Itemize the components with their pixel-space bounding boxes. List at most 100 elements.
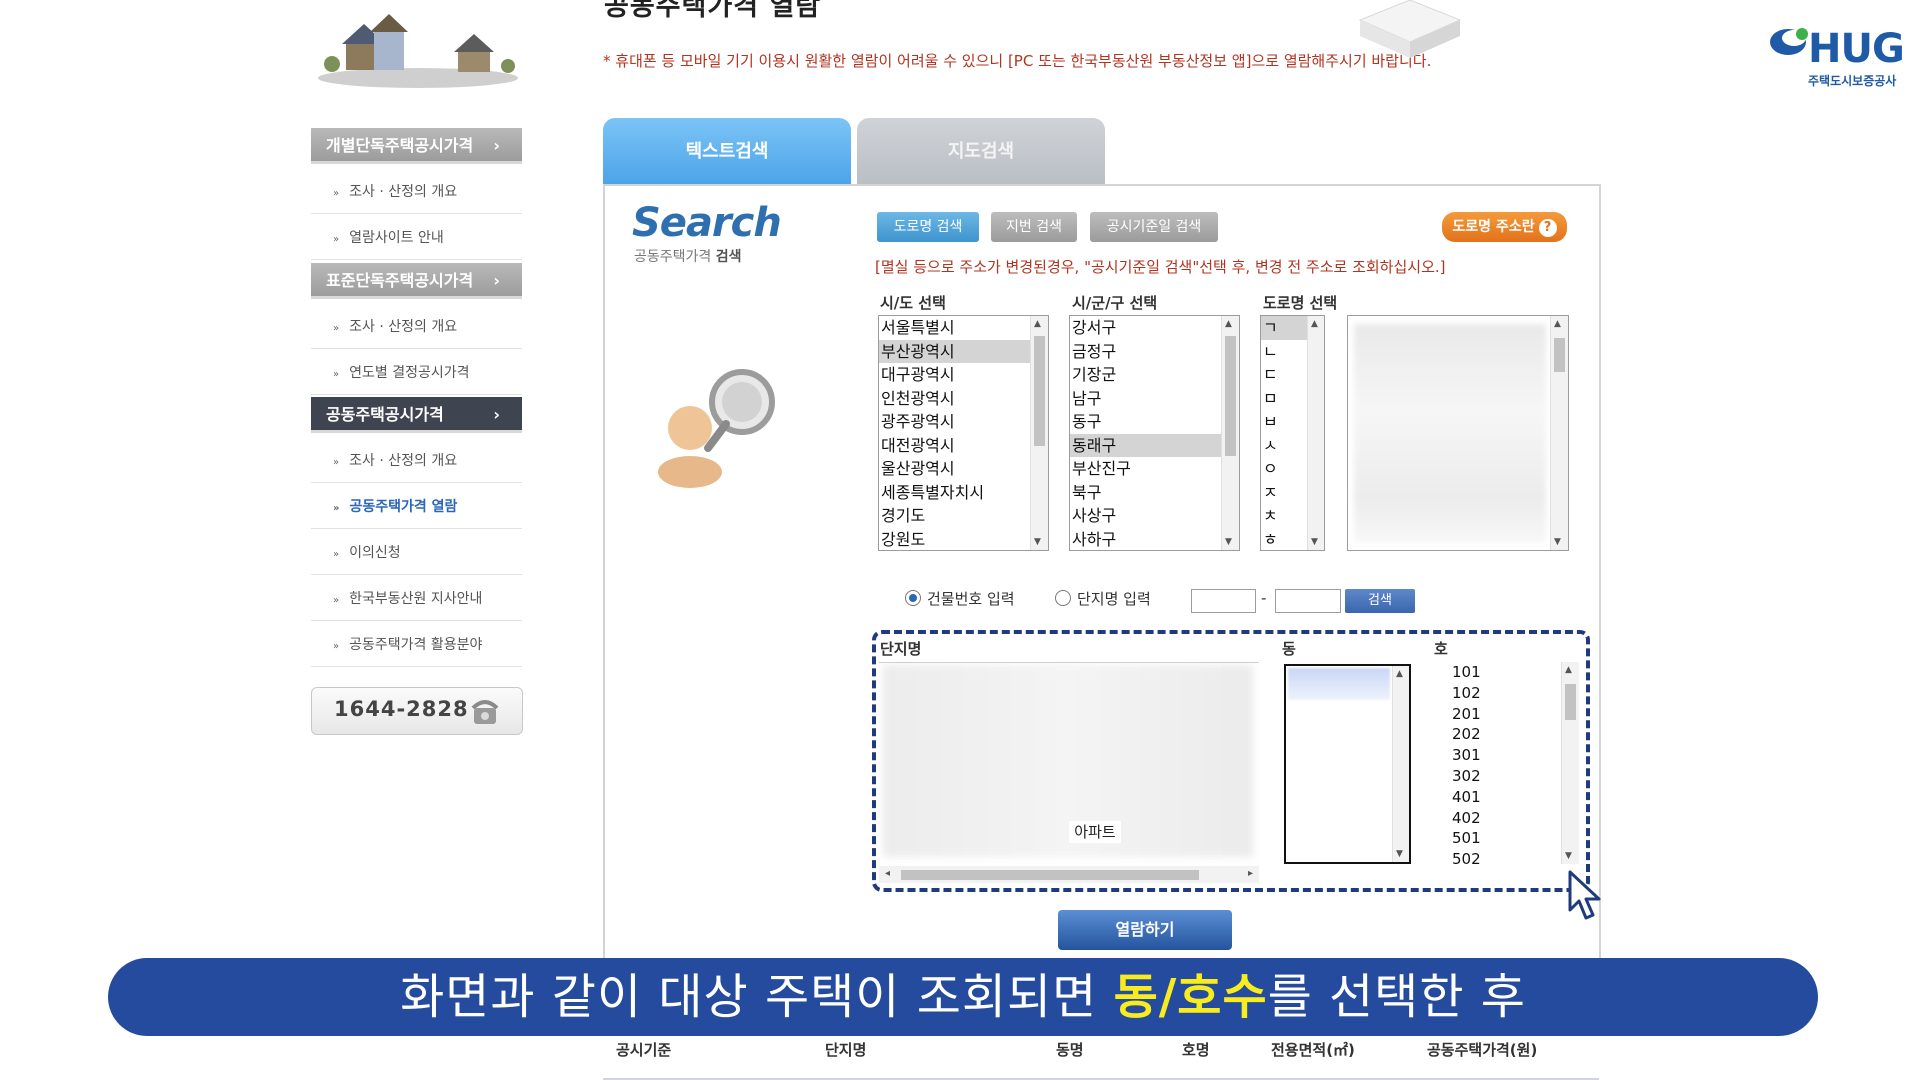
lot-search-button[interactable]: 지번 검색 — [991, 212, 1077, 242]
ho-option[interactable]: 502 — [1450, 849, 1579, 864]
sigungu-option[interactable]: 기장군 — [1070, 363, 1239, 387]
road-search-button[interactable]: 도로명 검색 — [877, 212, 979, 242]
sido-option[interactable]: 강원도 — [879, 528, 1048, 551]
dong-listbox[interactable]: ▲ ▼ — [1284, 664, 1411, 864]
column-header: 동명 — [1056, 1041, 1084, 1059]
ho-option[interactable]: 501 — [1450, 828, 1579, 849]
bullet-icon: » — [333, 234, 340, 245]
sidebar-section-label: 공동주택공시가격 — [326, 405, 444, 424]
complex-option[interactable]: 아파트 — [1069, 821, 1121, 843]
ho-column-label: 호 — [1434, 640, 1448, 658]
sigungu-option-selected[interactable]: 동래구 — [1070, 433, 1239, 457]
sigungu-option[interactable]: 남구 — [1070, 387, 1239, 411]
sidebar-item-label: 공동주택가격 열람 — [349, 499, 458, 515]
sidebar-item-survey-overview[interactable]: » 조사 · 산정의 개요 — [311, 305, 522, 349]
sidebar-section-label: 개별단독주택공시가격 — [326, 136, 474, 155]
sidebar-item-label: 열람사이트 안내 — [349, 230, 444, 246]
base-date-search-button[interactable]: 공시기준일 검색 — [1090, 212, 1218, 242]
sigungu-option[interactable]: 사하구 — [1070, 528, 1239, 551]
sidebar-item-apartment-price-view[interactable]: » 공동주택가격 열람 — [311, 485, 522, 529]
sidebar-item-label: 조사 · 산정의 개요 — [349, 453, 458, 469]
sido-option[interactable]: 광주광역시 — [879, 410, 1048, 434]
sidebar-section-individual-house[interactable]: 개별단독주택공시가격 › — [311, 128, 522, 164]
sido-option[interactable]: 대구광역시 — [879, 363, 1048, 387]
dong-column-label: 동 — [1282, 640, 1296, 658]
complex-listbox[interactable]: 아파트 — [879, 662, 1259, 885]
sido-option-selected[interactable]: 부산광역시 — [879, 339, 1048, 363]
sidebar-item-label: 이의신청 — [349, 545, 401, 561]
ho-option[interactable]: 402 — [1450, 808, 1579, 829]
dong-scrollbar[interactable]: ▲ ▼ — [1392, 666, 1409, 862]
sigungu-option[interactable]: 부산진구 — [1070, 457, 1239, 481]
sigungu-option[interactable]: 동구 — [1070, 410, 1239, 434]
sidebar-item-branch-guide[interactable]: » 한국부동산원 지사안내 — [311, 577, 522, 621]
sido-option[interactable]: 울산광역시 — [879, 457, 1048, 481]
houses-illustration — [318, 14, 518, 88]
sido-option[interactable]: 서울특별시 — [879, 316, 1048, 340]
caption-text-before: 화면과 같이 대상 주택이 조회되면 — [400, 969, 1114, 1025]
sidebar-item-survey-overview[interactable]: » 조사 · 산정의 개요 — [311, 170, 522, 214]
sigungu-option[interactable]: 강서구 — [1070, 316, 1239, 340]
dong-option-selected[interactable] — [1288, 668, 1390, 700]
bullet-icon: » — [333, 457, 340, 468]
sido-scrollbar[interactable]: ▲ ▼ — [1030, 316, 1048, 550]
sido-option[interactable]: 경기도 — [879, 504, 1048, 528]
sigungu-scrollbar[interactable]: ▲ ▼ — [1221, 316, 1239, 550]
caption-text-after: 를 선택한 후 — [1267, 969, 1526, 1025]
complex-horizontal-scrollbar[interactable]: ◂ ▸ — [879, 866, 1259, 883]
column-header: 전용면적(㎡) — [1271, 1041, 1355, 1059]
ho-option[interactable]: 302 — [1450, 766, 1579, 787]
building-sub-number-input[interactable] — [1275, 589, 1341, 613]
sigungu-listbox[interactable]: 강서구 금정구 기장군 남구 동구 동래구 부산진구 북구 사상구 사하구 ▲ ▼ — [1069, 315, 1240, 551]
building-number-radio-label: 건물번호 입력 — [927, 590, 1015, 608]
building-main-number-input[interactable] — [1191, 589, 1256, 613]
hug-logo-text: HUG — [1808, 26, 1905, 72]
column-header: 호명 — [1182, 1041, 1210, 1059]
sidebar-item-yearly-price[interactable]: » 연도별 결정공시가격 — [311, 351, 522, 395]
sidebar-item-label: 연도별 결정공시가격 — [349, 365, 470, 381]
ho-option[interactable]: 301 — [1450, 745, 1579, 766]
sido-option[interactable]: 세종특별자치시 — [879, 481, 1048, 505]
ho-scrollbar[interactable]: ▲ ▼ — [1561, 662, 1579, 864]
sigungu-option[interactable]: 금정구 — [1070, 340, 1239, 364]
caption-highlight: 동/호수 — [1113, 969, 1268, 1025]
sidebar-item-usage-field[interactable]: » 공동주택가격 활용분야 — [311, 623, 522, 667]
ho-option[interactable]: 401 — [1450, 787, 1579, 808]
column-header: 공동주택가격(원) — [1427, 1041, 1538, 1059]
sidebar-item-survey-overview[interactable]: » 조사 · 산정의 개요 — [311, 439, 522, 483]
radio-unchecked-icon — [1055, 590, 1071, 606]
sido-option[interactable]: 인천광역시 — [879, 387, 1048, 411]
road-name-listbox[interactable]: ▲ ▼ — [1347, 315, 1569, 551]
number-search-button[interactable]: 검색 — [1345, 589, 1415, 613]
road-name-scrollbar[interactable]: ▲ ▼ — [1550, 316, 1568, 550]
sidebar-section-apartment[interactable]: 공동주택공시가격 › — [311, 397, 522, 433]
sidebar-item-site-guide[interactable]: » 열람사이트 안내 — [311, 216, 522, 260]
sigungu-option[interactable]: 북구 — [1070, 481, 1239, 505]
search-subheading-normal: 공동주택가격 — [634, 249, 716, 265]
view-button[interactable]: 열람하기 — [1058, 910, 1232, 950]
tab-text-search[interactable]: 텍스트검색 — [603, 118, 851, 186]
sidebar-section-standard-house[interactable]: 표준단독주택공시가격 › — [311, 263, 522, 299]
building-number-radio[interactable]: 건물번호 입력 — [905, 588, 1015, 609]
sidebar-item-label: 조사 · 산정의 개요 — [349, 184, 458, 200]
road-address-info-button[interactable]: 도로명 주소란? — [1442, 212, 1567, 242]
bullet-icon: » — [333, 188, 340, 199]
road-initial-listbox[interactable]: ㄱ ㄴ ㄷ ㅁ ㅂ ㅅ ㅇ ㅈ ㅊ ㅎ ▲ ▼ — [1260, 315, 1325, 551]
ho-option[interactable]: 201 — [1450, 704, 1579, 725]
sidebar-section-label: 표준단독주택공시가격 — [326, 271, 474, 290]
ho-option[interactable]: 202 — [1450, 724, 1579, 745]
bullet-icon: » — [333, 549, 340, 560]
ho-option[interactable]: 101 — [1450, 662, 1579, 683]
sido-listbox[interactable]: 서울특별시 부산광역시 대구광역시 인천광역시 광주광역시 대전광역시 울산광역… — [878, 315, 1049, 551]
ho-listbox[interactable]: 101 102 201 202 301 302 401 402 501 502 … — [1450, 662, 1579, 864]
sido-option[interactable]: 대전광역시 — [879, 434, 1048, 458]
ho-option[interactable]: 102 — [1450, 683, 1579, 704]
road-initial-scrollbar[interactable]: ▲ ▼ — [1307, 316, 1324, 550]
hug-logo[interactable]: HUG 주택도시보증공사 — [1768, 20, 1908, 90]
sigungu-select-label: 시/군/구 선택 — [1072, 294, 1158, 312]
sidebar-item-objection[interactable]: » 이의신청 — [311, 531, 522, 575]
phone-number-box[interactable]: 1644-2828 — [311, 687, 523, 735]
complex-name-radio[interactable]: 단지명 입력 — [1055, 588, 1151, 609]
tab-map-search[interactable]: 지도검색 — [857, 118, 1105, 186]
sigungu-option[interactable]: 사상구 — [1070, 504, 1239, 528]
